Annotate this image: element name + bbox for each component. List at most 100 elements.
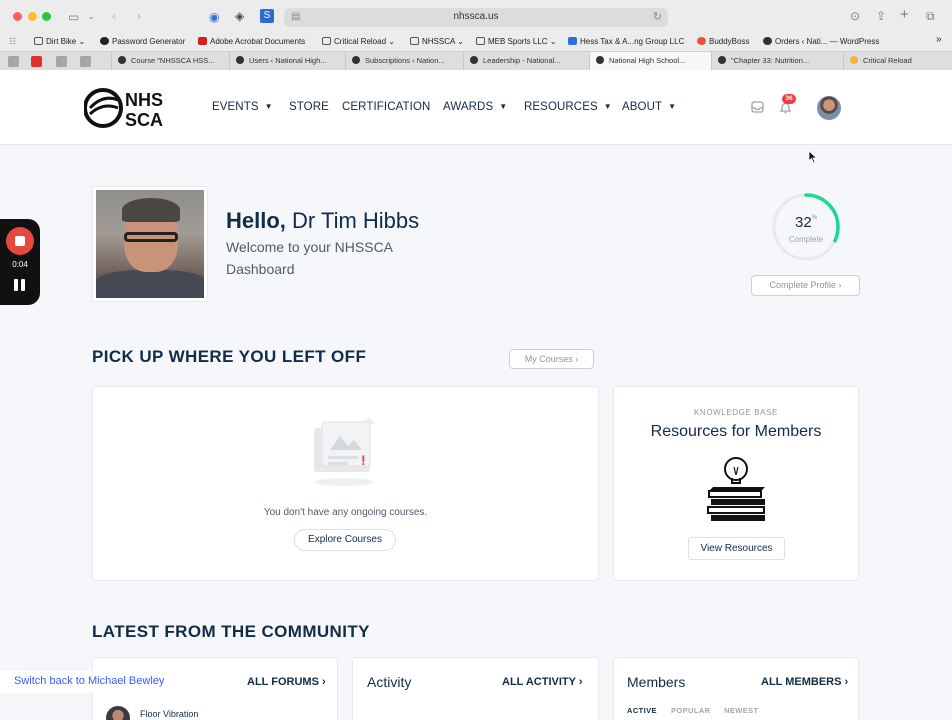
all-members-link[interactable]: ALL MEMBERS › [761,676,848,688]
members-tab-popular[interactable]: POPULAR [671,706,710,715]
profile-photo[interactable] [92,186,208,302]
activity-title: Activity [367,674,412,690]
progress-label: Complete [788,235,824,244]
browser-titlebar: ▭ ⌄ ‹ › ◉ ◈ S ▤ nhssca.us ↻ ⊙ ⇪ + ⧉ [0,0,952,33]
new-tab-icon[interactable]: + [900,7,909,22]
bookmark-buddyboss[interactable]: BuddyBoss [697,36,749,47]
chevron-right-icon: › [844,676,849,688]
back-icon[interactable]: ‹ [112,9,116,23]
mouse-cursor-icon [808,150,818,164]
camera-extension-icon[interactable]: ◉ [209,10,219,24]
sidebar-toggle-icon[interactable]: ▭ [68,10,79,24]
chevron-right-icon: › [575,354,579,364]
nav-awards[interactable]: AWARDS ▼ [443,101,507,113]
members-tab-newest[interactable]: NEWEST [724,706,758,715]
members-tab-active[interactable]: ACTIVE [627,706,657,715]
nav-certification[interactable]: CERTIFICATION [342,101,430,113]
layers-extension-icon[interactable]: ◈ [235,9,244,23]
pinned-tab[interactable] [56,56,67,67]
bookmark-meb-sports[interactable]: MEB Sports LLC ⌄ [476,36,557,47]
tab-bar: Course "NHSSCA HSS... Users ‹ National H… [0,51,952,70]
minimize-window-button[interactable] [28,12,37,21]
svg-text:NHS: NHS [125,90,163,110]
url-text: nhssca.us [453,11,499,22]
tab-overview-icon[interactable]: ⧉ [926,9,935,23]
svg-text:!: ! [361,452,366,468]
recording-time: 0:04 [12,260,28,269]
complete-profile-button[interactable]: Complete Profile › [751,275,860,296]
chevron-right-icon: › [321,676,326,688]
bookmark-nhssca[interactable]: NHSSCA ⌄ [410,36,464,47]
pinned-tab-youtube[interactable] [31,56,42,67]
bookmarks-bar: ☷ Dirt Bike ⌄ Password Generator Adobe A… [0,33,952,51]
nav-events[interactable]: EVENTS ▼ [212,101,273,113]
forum-item-title[interactable]: Floor Vibration [140,709,198,719]
bookmark-critical-reload[interactable]: Critical Reload ⌄ [322,36,395,47]
knowledge-base-label: KNOWLEDGE BASE [694,408,778,417]
profile-photo-image [96,190,204,298]
all-forums-link[interactable]: ALL FORUMS › [247,676,326,688]
wordpress-icon [236,56,244,64]
lightbulb-books-icon [707,457,765,521]
notification-count-badge: 36 [782,94,796,104]
bookmark-orders-wordpress[interactable]: Orders ‹ Nati... — WordPress [763,36,879,47]
greeting: Hello, Dr Tim Hibbs [226,208,420,233]
nhssca-logo[interactable]: NHS SCA [84,88,178,128]
wordpress-icon [352,56,360,64]
chevron-down-icon[interactable]: ⌄ [88,10,95,24]
site-header: NHS SCA EVENTS ▼ STORE CERTIFICATION AWAR… [0,70,952,145]
download-icon[interactable]: ⊙ [850,9,860,23]
address-bar[interactable]: ▤ nhssca.us ↻ [284,8,668,27]
view-resources-button[interactable]: View Resources [688,537,785,560]
browser-tab[interactable]: "Chapter 33: Nutrition... [711,52,843,70]
progress-value: 32% [794,214,818,231]
user-name: Dr Tim Hibbs [292,208,420,233]
site-icon [470,56,478,64]
nav-about[interactable]: ABOUT ▼ [622,101,676,113]
forward-icon[interactable]: › [137,9,141,23]
bookmark-dirt-bike[interactable]: Dirt Bike ⌄ [34,36,85,47]
chevron-right-icon: › [838,280,842,290]
more-bookmarks-icon[interactable]: » [936,34,942,45]
user-avatar[interactable] [817,96,841,120]
pinned-tab[interactable] [80,56,91,67]
all-activity-link[interactable]: ALL ACTIVITY › [502,676,582,688]
inbox-icon[interactable] [751,101,764,113]
pause-icon[interactable] [14,279,26,291]
members-title: Members [627,674,686,690]
my-courses-button[interactable]: My Courses › [509,349,594,369]
reload-icon[interactable]: ↻ [653,10,662,23]
browser-tab[interactable]: Critical Reload [843,52,952,70]
bookmark-hess-tax[interactable]: Hess Tax & A...ng Group LLC [568,36,684,47]
svg-text:SCA: SCA [125,110,163,128]
hand-icon [850,56,858,64]
browser-tab-active[interactable]: National High School... [589,52,711,70]
browser-tab[interactable]: Leadership - National... [463,52,589,70]
bookmark-adobe-acrobat[interactable]: Adobe Acrobat Documents [198,36,305,47]
empty-courses-illustration-icon: ! [314,418,374,486]
s-extension-icon[interactable]: S [260,9,274,23]
browser-tab[interactable]: Users ‹ National High... [229,52,345,70]
nav-resources[interactable]: RESOURCES ▼ [524,101,612,113]
switch-back-user-link[interactable]: Switch back to Michael Bewley [0,671,179,693]
caret-down-icon: ▼ [603,102,612,111]
bookmark-password-generator[interactable]: Password Generator [100,36,185,47]
screen-recorder-widget: 0:04 [0,219,40,305]
close-window-button[interactable] [13,12,22,21]
empty-courses-message: You don't have any ongoing courses. [263,507,428,518]
explore-courses-button[interactable]: Explore Courses [294,529,396,551]
browser-tab[interactable]: Course "NHSSCA HSS... [111,52,229,70]
browser-tab[interactable]: Subscriptions ‹ Nation... [345,52,463,70]
courses-section-title: PICK UP WHERE YOU LEFT OFF [92,347,367,366]
nav-store[interactable]: STORE [289,101,329,113]
bookmarks-grid-icon[interactable]: ☷ [9,36,16,47]
wordpress-icon [718,56,726,64]
share-icon[interactable]: ⇪ [876,9,886,23]
stop-recording-button[interactable] [6,227,34,255]
pinned-tab[interactable] [8,56,19,67]
site-icon [596,56,604,64]
caret-down-icon: ▼ [264,102,273,111]
zoom-window-button[interactable] [42,12,51,21]
chevron-right-icon: › [578,676,583,688]
caret-down-icon: ▼ [668,102,677,111]
